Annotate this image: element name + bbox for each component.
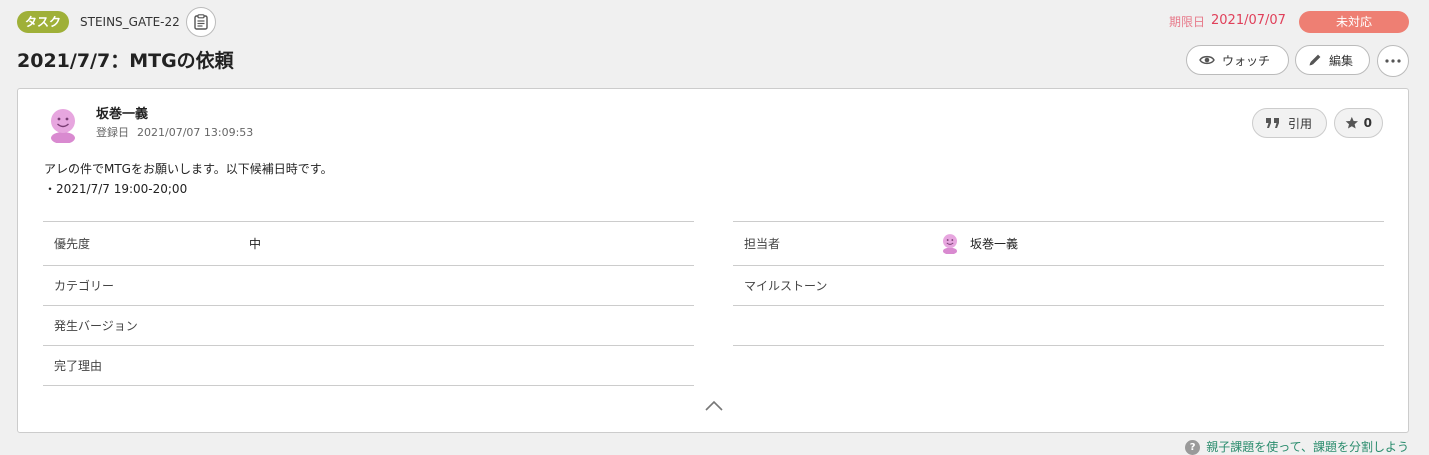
issue-key: STEINS_GATE-22: [80, 15, 180, 29]
star-button[interactable]: 0: [1334, 108, 1383, 138]
field-label-version: 発生バージョン: [54, 319, 138, 333]
eye-icon: [1199, 55, 1215, 65]
registered-label: 登録日: [96, 126, 129, 139]
field-divider: [43, 345, 694, 346]
more-actions-button[interactable]: [1377, 45, 1409, 77]
field-divider: [733, 265, 1384, 266]
copy-issue-key-button[interactable]: [186, 7, 216, 37]
field-divider: [43, 221, 694, 222]
author-name[interactable]: 坂巻一義: [96, 106, 148, 124]
field-divider: [43, 265, 694, 266]
issue-description: アレの件でMTGをお願いします。以下候補日時です。 ・2021/7/7 19:0…: [44, 159, 333, 199]
subtask-help-link[interactable]: ? 親子課題を使って、課題を分割しよう: [1185, 438, 1409, 455]
field-value-priority[interactable]: 中: [249, 235, 261, 253]
watch-button[interactable]: ウォッチ: [1186, 45, 1289, 75]
due-date-label: 期限日: [1169, 15, 1206, 29]
field-label-assignee: 担当者: [744, 237, 781, 251]
status-badge[interactable]: 未対応: [1299, 11, 1409, 33]
registered-date: 2021/07/07 13:09:53: [137, 126, 254, 139]
field-label-category: カテゴリー: [54, 279, 115, 293]
field-divider: [43, 305, 694, 306]
user-avatar: [51, 109, 75, 143]
page-title: 2021/7/7：MTGの依頼: [17, 50, 234, 72]
description-line: アレの件でMTGをお願いします。以下候補日時です。: [44, 162, 333, 176]
star-icon: [1345, 116, 1358, 129]
issue-type-badge: タスク: [17, 11, 70, 33]
quote-icon: [1266, 118, 1279, 128]
field-divider: [43, 385, 694, 386]
chevron-up-icon: [705, 400, 723, 411]
issue-detail-card: 坂巻一義 登録日 2021/07/07 13:09:53 引用 0 アレの件でM…: [17, 88, 1409, 433]
watch-label: ウォッチ: [1222, 53, 1271, 68]
star-count: 0: [1363, 116, 1372, 130]
field-label-milestone: マイルストーン: [744, 279, 828, 293]
clipboard-icon: [194, 14, 208, 30]
collapse-properties-button[interactable]: [701, 396, 727, 416]
field-label-priority: 優先度: [54, 237, 91, 251]
question-circle-icon: ?: [1185, 439, 1201, 455]
more-horizontal-icon: [1385, 59, 1401, 63]
edit-button[interactable]: 編集: [1295, 45, 1370, 75]
field-divider: [733, 305, 1384, 306]
quote-label: 引用: [1288, 116, 1313, 131]
assignee-avatar: [943, 234, 957, 254]
field-value-assignee[interactable]: 坂巻一義: [970, 235, 1018, 253]
field-divider: [733, 221, 1384, 222]
help-link-text[interactable]: 親子課題を使って、課題を分割しよう: [1206, 438, 1409, 455]
description-line: ・2021/7/7 19:00-20;00: [44, 182, 188, 196]
edit-label: 編集: [1329, 53, 1354, 68]
due-date-value: 2021/07/07: [1211, 13, 1286, 28]
pencil-icon: [1309, 54, 1321, 66]
field-divider: [733, 345, 1384, 346]
quote-button[interactable]: 引用: [1252, 108, 1327, 138]
field-label-resolution: 完了理由: [54, 359, 103, 373]
